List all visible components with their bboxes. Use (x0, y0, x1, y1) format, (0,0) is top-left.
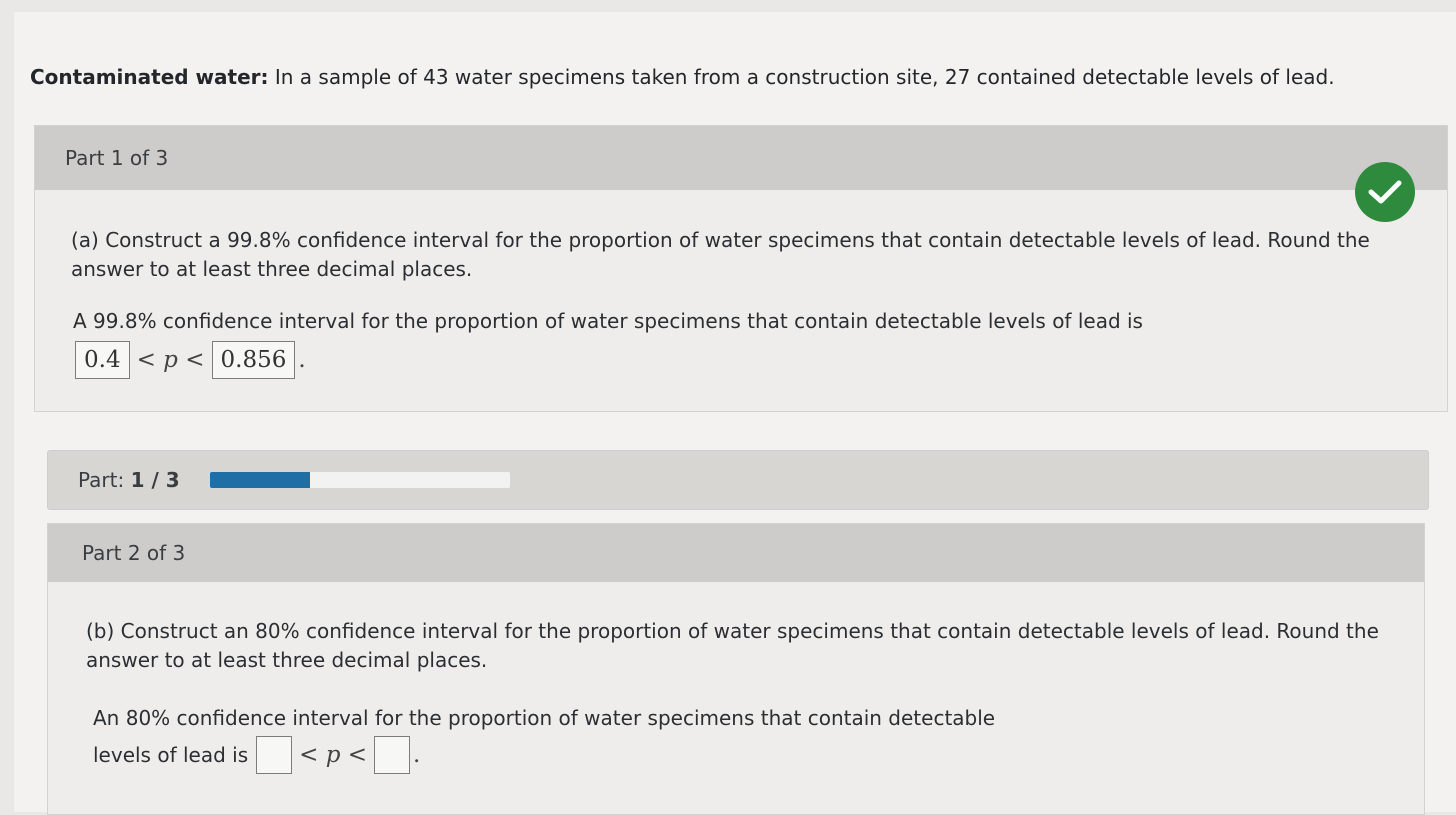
less-than-symbol: < p < (299, 742, 368, 768)
part-2-panel: Part 2 of 3 (b) Construct an 80% confide… (47, 523, 1425, 815)
problem-intro: Contaminated water: In a sample of 43 wa… (30, 62, 1450, 92)
part-1-header-label: Part 1 of 3 (65, 146, 169, 170)
part-progress: Part: 1 / 3 (47, 450, 1429, 510)
part-2-answer-line-1: An 80% confidence interval for the propo… (93, 706, 996, 730)
period: . (298, 347, 306, 373)
part-2-question: (b) Construct an 80% confidence interval… (86, 619, 1379, 672)
problem-statement: In a sample of 43 water specimens taken … (268, 65, 1335, 89)
period: . (413, 742, 421, 768)
part-1-upper-value: 0.856 (220, 347, 287, 373)
p-variable: p (163, 347, 178, 373)
part-1-header[interactable]: Part 1 of 3 (35, 126, 1447, 190)
part-1-answer-text: A 99.8% confidence interval for the prop… (73, 309, 1143, 333)
problem-title: Contaminated water: (30, 65, 269, 89)
part-2-header-label: Part 2 of 3 (82, 541, 186, 565)
part-1-lower-value: 0.4 (84, 347, 121, 373)
part-2-interval: < p < . (256, 736, 427, 774)
progress-value: 1 / 3 (130, 468, 180, 492)
check-icon (1355, 162, 1415, 222)
part-1-question: (a) Construct a 99.8% confidence interva… (71, 228, 1370, 281)
part-2-upper-input[interactable] (374, 736, 411, 774)
progress-bar (209, 472, 510, 488)
part-2-answer-line-2: levels of lead is (93, 743, 249, 767)
part-1-lower-input[interactable]: 0.4 (75, 341, 130, 379)
part-2-header[interactable]: Part 2 of 3 (48, 524, 1424, 582)
part-2-answer-text: An 80% confidence interval for the propo… (93, 700, 995, 774)
part-2-lower-input[interactable] (256, 736, 293, 774)
part-1-interval: 0.4 < p < 0.856 . (75, 341, 313, 379)
less-than-symbol: < p < (136, 347, 205, 373)
p-variable: p (325, 742, 341, 768)
progress-label: Part: 1 / 3 (78, 468, 180, 492)
progress-bar-fill (209, 472, 310, 488)
part-1-panel: Part 1 of 3 (a) Construct a 99.8% confid… (34, 125, 1448, 412)
part-1-upper-input[interactable]: 0.856 (211, 341, 296, 379)
